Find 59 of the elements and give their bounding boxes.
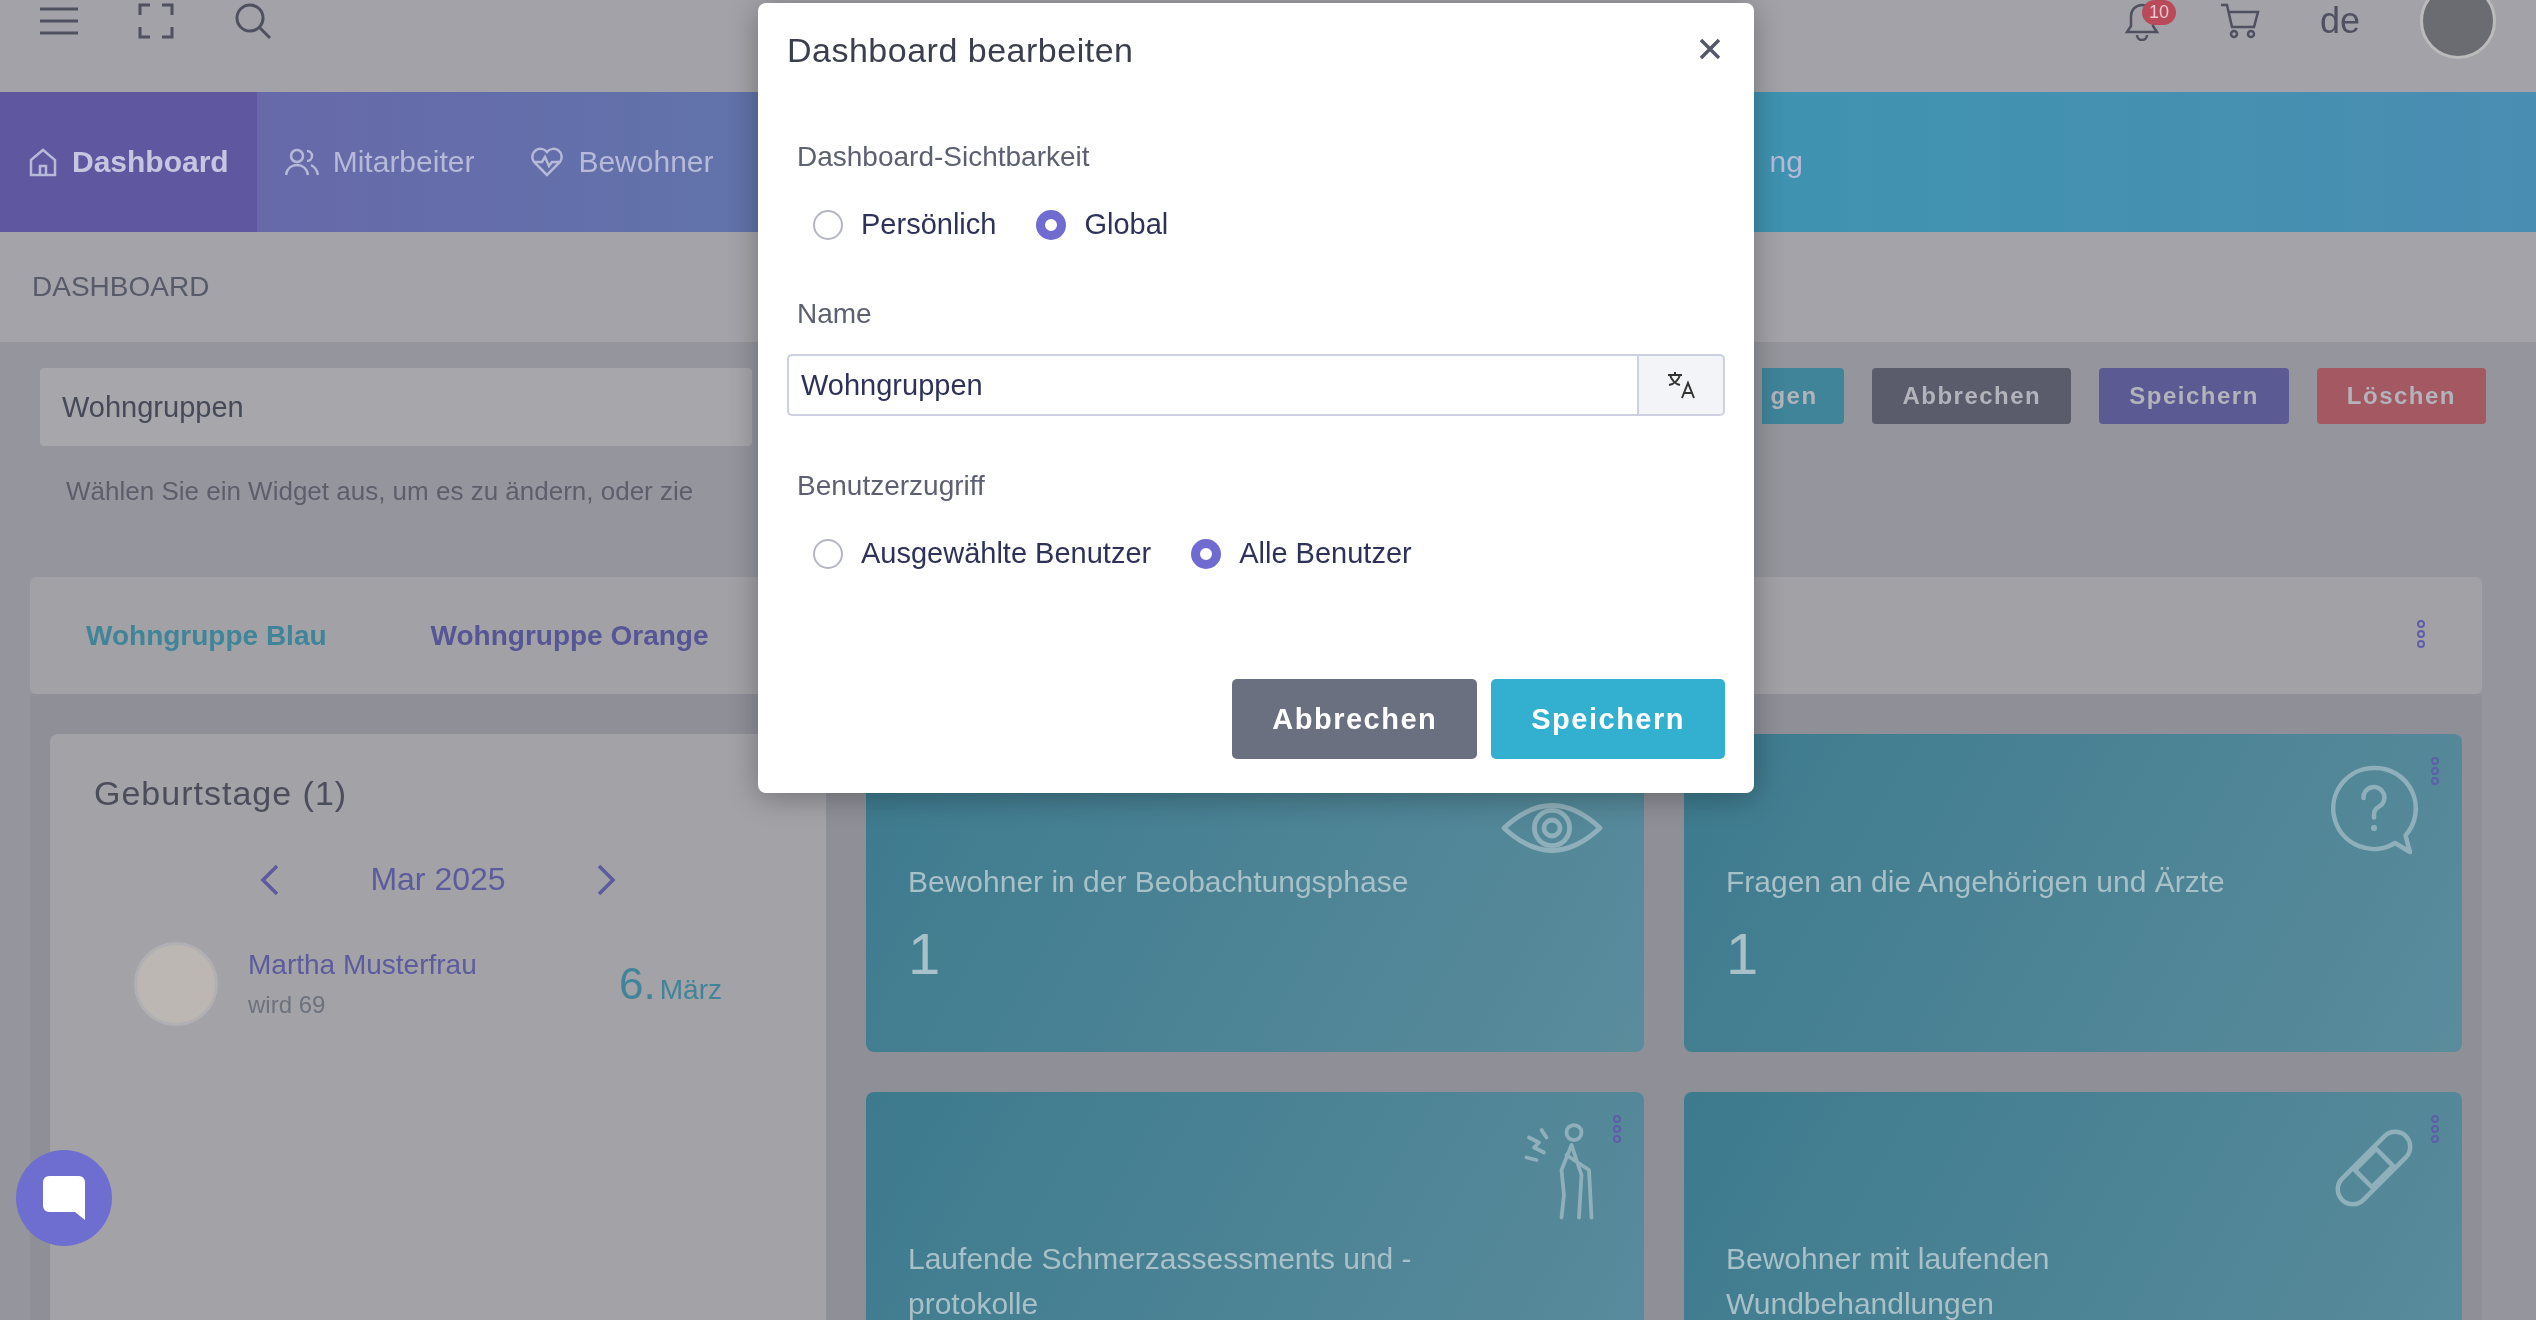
field-label: Benutzerzugriff xyxy=(797,470,986,502)
close-icon xyxy=(1699,38,1721,60)
radio-circle[interactable] xyxy=(813,209,843,240)
more-options-icon[interactable] xyxy=(2416,618,2426,649)
birthday-day: 6. xyxy=(619,959,656,1009)
radio-option[interactable]: Global xyxy=(1036,208,1169,241)
widget-title: Laufende Schmerzassessments und - protokolle xyxy=(908,1241,1413,1320)
radio-option[interactable]: Alle Benutzer xyxy=(1191,537,1412,570)
widget-card[interactable]: Fragen an die Angehörigen und Ärzte 1 xyxy=(1684,734,2462,1052)
month-label: Mar 2025 xyxy=(370,861,506,898)
widget-card[interactable]: Bewohner mit laufenden Wundbehandlungen xyxy=(1684,1092,2462,1320)
radio-circle[interactable] xyxy=(1191,538,1222,569)
birthday-month: März xyxy=(659,974,722,1006)
language-switcher[interactable]: de xyxy=(2319,0,2360,42)
hint-text: Wählen Sie ein Widget aus, um es zu ändern, oder zie xyxy=(65,475,695,507)
action-button[interactable]: gen xyxy=(1762,368,1845,424)
widget-title: Bewohner in der Beobachtungsphase xyxy=(908,864,1410,900)
group-tab[interactable]: Wohngruppe Blau xyxy=(86,619,327,652)
name-field[interactable]: Wohngruppen xyxy=(787,354,1637,416)
chevron-right-icon[interactable] xyxy=(595,862,616,897)
user-avatar[interactable] xyxy=(2420,0,2496,59)
page-title: DASHBOARD xyxy=(32,271,210,303)
translate-button[interactable] xyxy=(1637,354,1725,416)
field-label: Dashboard-Sichtbarkeit xyxy=(797,141,1091,173)
home-icon xyxy=(28,147,58,177)
dialog-button[interactable]: Abbrechen xyxy=(1232,679,1478,759)
nav-tab[interactable]: Dashboard xyxy=(0,92,257,232)
translate-icon xyxy=(1666,371,1696,399)
widget-card[interactable]: Laufende Schmerzassessments und - protokolle xyxy=(866,1092,1644,1320)
nav-tab[interactable]: ng xyxy=(1741,92,1831,232)
radio-option[interactable]: Ausgewählte Benutzer xyxy=(813,537,1152,570)
search-icon[interactable] xyxy=(234,2,272,40)
dialog-button[interactable]: Speichern xyxy=(1491,679,1725,759)
nav-tab[interactable]: Bewohner xyxy=(502,92,742,232)
card-title: Geburtstage (1) xyxy=(94,774,349,813)
action-button[interactable]: Abbrechen xyxy=(1872,368,2072,424)
widget-title: Bewohner mit laufenden Wundbehandlungen xyxy=(1726,1241,2051,1320)
radio-circle[interactable] xyxy=(1036,209,1067,240)
action-button[interactable]: Speichern xyxy=(2099,368,2289,424)
person-name[interactable]: Martha Musterfrau xyxy=(248,949,477,981)
menu-icon[interactable] xyxy=(40,6,78,36)
widget-count: 1 xyxy=(1726,920,1760,987)
nav-tab[interactable]: Mitarbeiter xyxy=(256,92,503,232)
widget-title: Fragen an die Angehörigen und Ärzte xyxy=(1726,864,2226,900)
field-label: Name xyxy=(797,298,873,330)
dashboard-name-field[interactable]: Wohngruppen xyxy=(40,368,752,446)
widget-count: 1 xyxy=(908,920,942,987)
dialog-title: Dashboard bearbeiten xyxy=(787,31,1134,70)
fullscreen-icon[interactable] xyxy=(138,3,174,39)
group-tab[interactable]: Wohngruppe Orange xyxy=(430,619,709,652)
radio-circle[interactable] xyxy=(813,538,843,569)
chat-bubble-icon xyxy=(43,1176,85,1220)
people-icon xyxy=(284,147,319,177)
cart-icon[interactable] xyxy=(2219,2,2260,40)
action-button[interactable]: Löschen xyxy=(2316,368,2486,424)
chevron-left-icon[interactable] xyxy=(260,862,281,897)
notification-badge: 10 xyxy=(2141,0,2176,25)
radio-option[interactable]: Persönlich xyxy=(813,208,997,241)
heart-pulse-icon xyxy=(530,147,565,177)
